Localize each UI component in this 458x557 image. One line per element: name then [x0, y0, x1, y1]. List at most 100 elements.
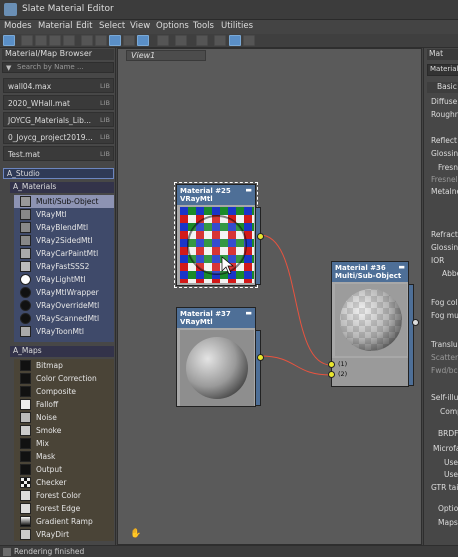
brdf-type-select[interactable]: Microfa	[433, 444, 458, 453]
layout-children-icon[interactable]	[175, 35, 187, 46]
assign-material-icon[interactable]	[49, 35, 61, 46]
list-item[interactable]: Gradient Ramp	[14, 515, 114, 528]
node-material-25[interactable]: Material #25 VRayMtl ▬	[174, 182, 264, 288]
list-item[interactable]: VRay2SidedMtl	[14, 234, 114, 247]
list-item[interactable]: VRayScannedMtl	[14, 312, 114, 325]
param-editor-toggle-icon[interactable]	[243, 35, 255, 46]
list-item[interactable]: Composite	[14, 385, 114, 398]
node-name: Material #36	[335, 264, 386, 272]
show-end-result-icon[interactable]	[137, 35, 149, 46]
library-item[interactable]: 0_Joycg_project2019... LIB	[3, 129, 114, 144]
library-tag: LIB	[100, 133, 110, 141]
list-item[interactable]: VRayMtl	[14, 208, 114, 221]
select-all-icon[interactable]	[214, 35, 226, 46]
list-item-label: Color Correction	[36, 374, 97, 383]
list-item-label: VRayDirt	[36, 530, 70, 539]
library-item[interactable]: Test.mat LIB	[3, 146, 114, 161]
list-item[interactable]: VRayLightMtl	[14, 273, 114, 286]
output-port[interactable]	[257, 354, 264, 361]
list-item-label: VRayLightMtl	[36, 275, 86, 284]
basic-rollout[interactable]: Basic	[427, 82, 458, 93]
menu-modes[interactable]: Modes	[4, 21, 32, 31]
node-header: Material #37 VRayMtl	[177, 308, 255, 328]
move-children-icon[interactable]	[81, 35, 93, 46]
layout-all-icon[interactable]	[157, 35, 169, 46]
list-item[interactable]: Multi/Sub-Object	[14, 195, 114, 208]
list-item[interactable]: Bitmap	[14, 359, 114, 372]
options-rollout[interactable]: Optio	[438, 504, 458, 513]
list-item[interactable]: VRayOverrideMtl	[14, 299, 114, 312]
list-item[interactable]: Smoke	[14, 424, 114, 437]
map-swatch	[20, 425, 31, 436]
list-item[interactable]: Forest Edge	[14, 502, 114, 515]
minimize-icon[interactable]: ▬	[245, 186, 252, 194]
group-a-materials[interactable]: A_Materials	[10, 182, 114, 193]
group-a-studio[interactable]: A_Studio	[3, 168, 114, 179]
node-view[interactable]: View1 Material #25 VRayMtl ▬ Material #3…	[117, 48, 422, 545]
menu-tools[interactable]: Tools	[193, 21, 214, 31]
brdf-rollout[interactable]: BRDF	[438, 429, 458, 438]
list-item[interactable]: VRayMtlWrapper	[14, 286, 114, 299]
list-item[interactable]: VRayFastSSS2	[14, 260, 114, 273]
hide-unused-icon[interactable]	[95, 35, 107, 46]
menu-material[interactable]: Material	[38, 21, 73, 31]
menu-select[interactable]: Select	[99, 21, 125, 31]
slot-list: (1) (2)	[332, 358, 410, 386]
menu-options[interactable]: Options	[156, 21, 189, 31]
node-material-36[interactable]: Material #36 Multi/Sub-Object ▬ (1) (2)	[328, 261, 419, 387]
maps-rollout[interactable]: Maps	[438, 518, 458, 527]
search-dropdown-icon[interactable]: ▼	[6, 64, 11, 72]
list-item[interactable]: Color Correction	[14, 372, 114, 385]
material-preview	[180, 330, 254, 406]
list-item[interactable]: Mask	[14, 450, 114, 463]
material-preview	[335, 284, 407, 356]
browser-search-input[interactable]: Search by Name ...	[2, 62, 114, 73]
input-port-1[interactable]	[328, 361, 335, 368]
node-name: Material #37	[180, 310, 231, 318]
nav-icon[interactable]	[196, 35, 208, 46]
param-label: IOR	[431, 256, 445, 265]
slot-bar[interactable]	[255, 330, 261, 406]
library-name: 2020_WHall.mat	[8, 99, 70, 108]
minimize-icon[interactable]: ▬	[398, 263, 405, 271]
window-title: Slate Material Editor	[22, 4, 114, 14]
library-item[interactable]: wall04.max LIB	[3, 78, 114, 93]
list-item[interactable]: Output	[14, 463, 114, 476]
param-label: Metalnes	[431, 187, 458, 196]
menu-view[interactable]: View	[130, 21, 150, 31]
material-name-field[interactable]: Material	[427, 64, 458, 76]
browser-toggle-icon[interactable]	[229, 35, 241, 46]
map-swatch	[20, 386, 31, 397]
group-a-maps[interactable]: A_Maps	[10, 346, 114, 357]
list-item[interactable]: Checker	[14, 476, 114, 489]
menu-edit[interactable]: Edit	[76, 21, 92, 31]
library-tag: LIB	[100, 116, 110, 124]
library-tag: LIB	[100, 99, 110, 107]
slot-bar[interactable]	[255, 207, 261, 285]
pick-material-icon[interactable]	[21, 35, 33, 46]
output-port[interactable]	[412, 319, 419, 326]
list-item[interactable]: Forest Color	[14, 489, 114, 502]
library-item[interactable]: 2020_WHall.mat LIB	[3, 95, 114, 110]
list-item[interactable]: VRayBlendMtl	[14, 221, 114, 234]
input-port-2[interactable]	[328, 371, 335, 378]
menu-utilities[interactable]: Utilities	[221, 21, 253, 31]
put-to-scene-icon[interactable]	[35, 35, 47, 46]
slot-bar[interactable]	[408, 284, 414, 386]
list-item[interactable]: VRayCarPaintMtl	[14, 247, 114, 260]
minimize-icon[interactable]: ▬	[245, 309, 252, 317]
list-item[interactable]: Falloff	[14, 398, 114, 411]
delete-icon[interactable]	[63, 35, 75, 46]
select-tool-icon[interactable]	[3, 35, 15, 46]
list-item[interactable]: VRayDirt	[14, 528, 114, 541]
node-material-37[interactable]: Material #37 VRayMtl ▬	[176, 307, 264, 407]
list-item[interactable]: Mix	[14, 437, 114, 450]
list-item[interactable]: Noise	[14, 411, 114, 424]
show-background-icon[interactable]	[123, 35, 135, 46]
list-item[interactable]: VRayToonMtl	[14, 325, 114, 338]
material-swatch	[20, 274, 31, 285]
pan-hand-icon[interactable]: ✋	[130, 529, 141, 539]
library-item[interactable]: JOYCG_Materials_Lib... LIB	[3, 112, 114, 127]
output-port[interactable]	[257, 233, 264, 240]
show-shaded-icon[interactable]	[109, 35, 121, 46]
